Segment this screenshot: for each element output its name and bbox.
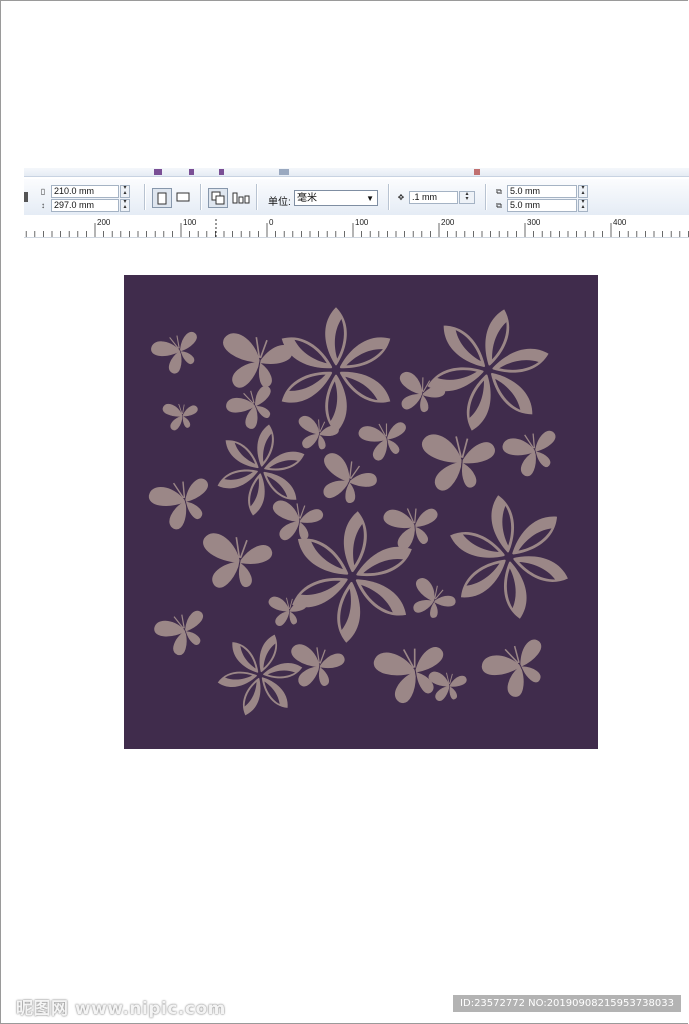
separator [256,184,257,210]
watermark-id: ID:23572772 NO:20190908215953738033 [453,995,681,1012]
duplicate-y-row: ⧉ 5.0 mm ▾ ▴ [494,199,588,212]
butterfly-motif [267,498,325,547]
ruler-label: 100 [183,218,197,227]
units-select[interactable]: 毫米 ▼ [294,190,378,206]
nudge-spinner[interactable]: ▴ ▾ [459,191,475,204]
separator [200,184,201,210]
page-height-field[interactable]: 297.0 mm [51,199,119,212]
ruler-ticks: 200 100 0 100 200 300 400 [25,218,689,237]
page-width-row: ▯ 210.0 mm ▾ ▴ [38,185,130,198]
nudge-move-icon: ✥ [397,193,405,202]
duplicate-y-spinner[interactable]: ▾ ▴ [578,199,588,212]
ruler-label: 300 [527,218,541,227]
butterfly-motif [162,403,198,431]
toolbar-icon[interactable] [279,169,289,175]
page-width-icon: ▯ [40,187,46,196]
toolbar-grip[interactable] [24,192,28,202]
current-page-button[interactable] [232,191,250,207]
toolbar-icon[interactable] [154,169,162,175]
toolbar-icon[interactable] [219,169,224,175]
nudge-row: ✥ .1 mm ▴ ▾ [396,191,475,204]
toolbar-icon[interactable] [474,169,480,175]
ruler-label: 0 [269,218,274,227]
butterfly-motif [146,474,218,535]
butterfly-motif [151,606,214,661]
duplicate-x-row: ⧉ 5.0 mm ▾ ▴ [494,185,588,198]
all-pages-icon [211,191,225,205]
butterfly-motif [402,575,459,628]
butterfly-motif [148,328,207,379]
ruler-label: 200 [97,218,111,227]
duplicate-y-field[interactable]: 5.0 mm [507,199,577,212]
duplicate-x-icon: ⧉ [496,186,502,196]
butterfly-motif [417,432,497,496]
page-width-field[interactable]: 210.0 mm [51,185,119,198]
portrait-button[interactable] [152,188,172,208]
flower-motif [217,634,303,716]
butterfly-motif [357,418,411,464]
property-bar: ▯ 210.0 mm ▾ ▴ ↕ 297.0 mm ▾ ▴ 单位: 毫米 ▼ ✥ .… [24,178,689,216]
watermark-logo: 昵图网 www.nipic.com [16,999,226,1019]
duplicate-y-icon: ⧉ [496,200,502,210]
page-height-row: ↕ 297.0 mm ▾ ▴ [38,199,130,212]
separator [144,184,145,210]
units-label: 单位: [268,197,291,208]
page-height-icon: ↕ [41,201,45,210]
all-pages-button[interactable] [208,188,228,208]
landscape-button[interactable] [176,191,190,205]
duplicate-x-spinner[interactable]: ▾ ▴ [578,185,588,198]
current-page-icon [232,192,250,204]
ruler-label: 400 [613,218,627,227]
units-selected-value: 毫米 [297,193,317,204]
dropdown-arrow-icon: ▼ [366,194,374,203]
page-height-spinner[interactable]: ▾ ▴ [120,199,130,212]
pattern-artwork [146,307,568,716]
toolbar-icon[interactable] [189,169,194,175]
butterfly-motif [223,381,283,436]
butterfly-motif [266,595,308,629]
flower-motif [427,309,549,431]
flower-motif [281,307,391,433]
separator [388,184,389,210]
butterfly-motif [478,634,557,706]
artwork-canvas[interactable] [124,275,598,749]
butterfly-motif [382,505,441,552]
butterfly-motif [215,330,295,396]
separator [485,184,486,210]
flower-motif [450,495,568,619]
standard-toolbar [24,168,689,177]
ruler-label: 200 [441,218,455,227]
butterfly-motif [195,530,275,596]
nudge-field[interactable]: .1 mm [409,191,458,204]
butterfly-motif [309,449,381,514]
duplicate-x-field[interactable]: 5.0 mm [507,185,577,198]
horizontal-ruler[interactable]: 200 100 0 100 200 300 400 [24,215,689,238]
flower-motif [217,424,305,516]
page-width-spinner[interactable]: ▾ ▴ [120,185,130,198]
butterfly-motif [500,426,564,481]
portrait-icon [157,192,167,204]
landscape-icon [176,192,190,202]
ruler-label: 100 [355,218,369,227]
